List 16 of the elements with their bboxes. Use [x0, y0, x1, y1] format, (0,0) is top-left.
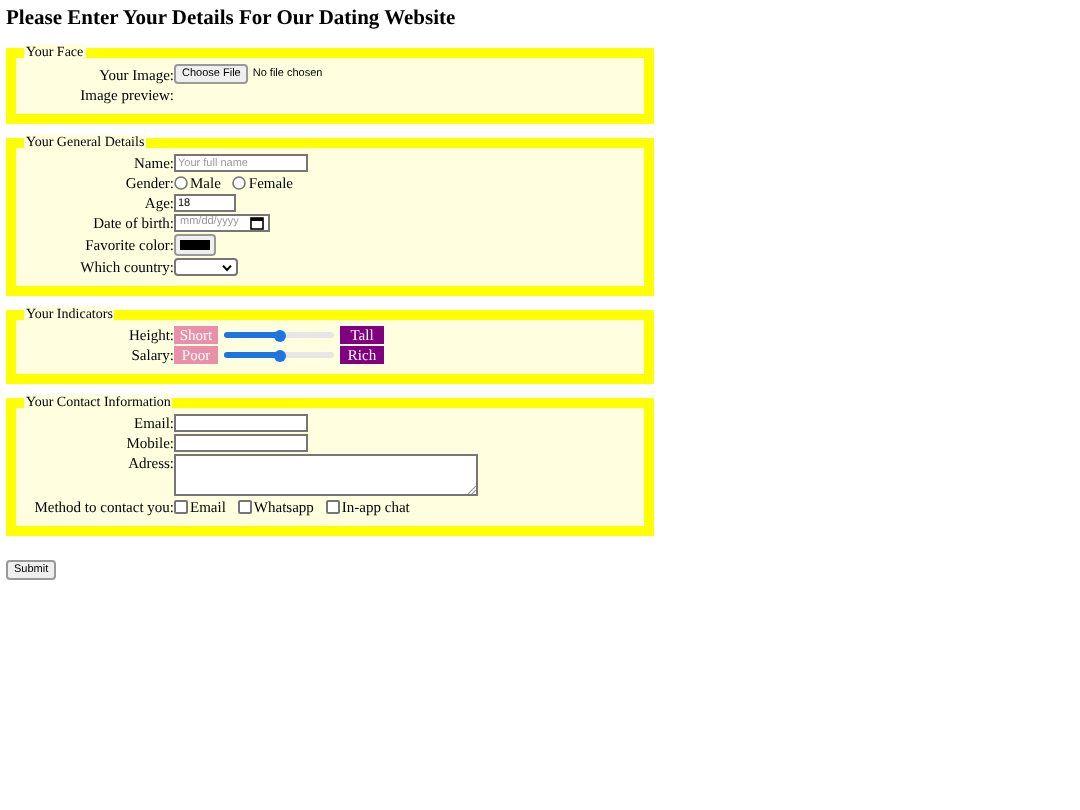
checkbox[interactable] [325, 500, 340, 514]
country-dropdown[interactable] [174, 258, 238, 276]
page-heading: Please Enter Your Details For Our Dating Website [6, 8, 458, 32]
text-field[interactable] [174, 414, 308, 432]
slider-thumb[interactable] [273, 329, 285, 341]
text-field[interactable] [174, 434, 308, 452]
calendar-icon [250, 216, 265, 230]
radio-button[interactable] [174, 176, 188, 190]
resize-handle-icon [468, 486, 476, 494]
caret-icon [222, 263, 232, 271]
address-field[interactable] [174, 454, 478, 496]
slider-thumb[interactable] [273, 349, 285, 361]
color-picker[interactable] [174, 234, 216, 256]
radio-button[interactable] [232, 176, 247, 190]
checkbox[interactable] [174, 500, 188, 514]
checkbox[interactable] [237, 500, 252, 514]
